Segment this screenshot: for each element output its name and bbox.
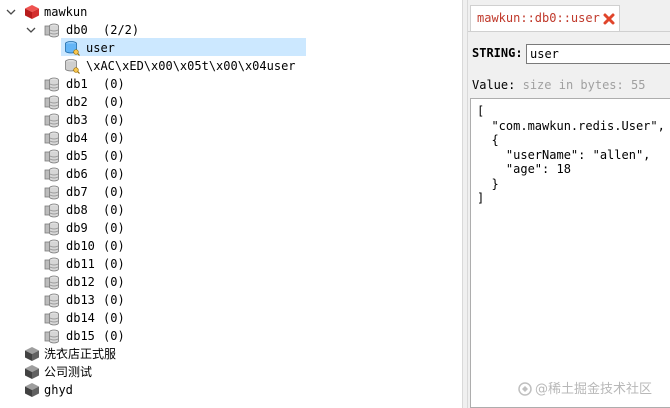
server-icon — [24, 346, 40, 362]
value-label: Value: — [472, 78, 516, 92]
database-icon — [44, 328, 60, 344]
database-icon — [44, 148, 60, 164]
tree-db-item[interactable]: db12 (0) — [0, 273, 460, 291]
tree-db-item[interactable]: db2 (0) — [0, 93, 460, 111]
db-count: (2/2) — [103, 23, 140, 37]
db-label: db5 — [66, 149, 88, 163]
db-count: (0) — [103, 221, 125, 235]
key-name-input[interactable] — [526, 44, 670, 64]
db-count: (0) — [103, 239, 125, 253]
size-hint: size in bytes: 55 — [522, 78, 646, 92]
database-icon — [44, 292, 60, 308]
db-label: db0 — [66, 23, 88, 37]
db-count: (0) — [103, 113, 125, 127]
tree-db-item[interactable]: db5 (0) — [0, 147, 460, 165]
key-label: \xAC\xED\x00\x05t\x00\x04user — [86, 59, 296, 73]
watermark-text: @稀土掘金技术社区 — [535, 382, 653, 397]
database-icon — [44, 310, 60, 326]
database-icon — [44, 94, 60, 110]
db-label: db4 — [66, 131, 88, 145]
tree-db-item[interactable]: db14 (0) — [0, 309, 460, 327]
db-count: (0) — [103, 131, 125, 145]
database-icon — [44, 112, 60, 128]
chevron-down-icon[interactable] — [6, 3, 16, 21]
db-label: db6 — [66, 167, 88, 181]
db-count: (0) — [103, 275, 125, 289]
key-type-label: STRING: — [472, 46, 523, 60]
connection-label: 公司测试 — [44, 365, 93, 379]
tree-db-item[interactable]: db9 (0) — [0, 219, 460, 237]
db-count: (0) — [103, 95, 125, 109]
database-icon — [44, 76, 60, 92]
connection-label: ghyd — [44, 383, 73, 397]
tree-key-user[interactable]: user — [0, 39, 460, 57]
value-header: Value: size in bytes: 55 — [472, 78, 645, 92]
tree-connection[interactable]: 洗衣店正式服 — [0, 345, 460, 363]
tree-key-serialized[interactable]: \xAC\xED\x00\x05t\x00\x04user — [0, 57, 460, 75]
tree-connection[interactable]: 公司测试 — [0, 363, 460, 381]
database-icon — [44, 202, 60, 218]
db-label: db7 — [66, 185, 88, 199]
tab-label: mawkun::db0::user — [477, 11, 600, 25]
db-count: (0) — [103, 257, 125, 271]
connection-tree: mawkun db0 (2/2) user \xAC\xED\x00\x05t\x00\… — [0, 0, 462, 408]
tree-db-item[interactable]: db11 (0) — [0, 255, 460, 273]
chevron-down-icon[interactable] — [26, 21, 36, 39]
watermark: @稀土掘金技术社区 — [518, 378, 652, 400]
db-label: db10 — [66, 239, 95, 253]
close-icon[interactable] — [602, 12, 616, 26]
db-count: (0) — [103, 311, 125, 325]
tree-connection[interactable]: ghyd — [0, 381, 460, 399]
server-icon — [24, 382, 40, 398]
db-label: db15 — [66, 329, 95, 343]
tree-db-item[interactable]: db8 (0) — [0, 201, 460, 219]
database-icon — [44, 220, 60, 236]
database-icon — [44, 130, 60, 146]
db-count: (0) — [103, 293, 125, 307]
tree-db-item[interactable]: db10 (0) — [0, 237, 460, 255]
db-label: db2 — [66, 95, 88, 109]
db-count: (0) — [103, 167, 125, 181]
db-label: db11 — [66, 257, 95, 271]
database-icon — [44, 166, 60, 182]
tree-db-item[interactable]: db7 (0) — [0, 183, 460, 201]
db-label: db1 — [66, 77, 88, 91]
key-label: user — [86, 41, 115, 55]
connection-label: 洗衣店正式服 — [44, 347, 117, 361]
db-label: db13 — [66, 293, 95, 307]
db-count: (0) — [103, 149, 125, 163]
tab-key-view[interactable]: mawkun::db0::user — [470, 5, 620, 31]
tree-db-item[interactable]: db3 (0) — [0, 111, 460, 129]
database-icon — [44, 22, 60, 38]
database-icon — [44, 184, 60, 200]
tree-db-item[interactable]: db15 (0) — [0, 327, 460, 345]
server-icon — [24, 364, 40, 380]
db-count: (0) — [103, 203, 125, 217]
database-icon — [44, 238, 60, 254]
db-label: db8 — [66, 203, 88, 217]
server-icon — [24, 4, 40, 20]
key-icon — [64, 58, 80, 74]
tree-db-item[interactable]: db6 (0) — [0, 165, 460, 183]
database-icon — [44, 256, 60, 272]
tab-divider — [468, 31, 670, 32]
tree-connection-mawkun[interactable]: mawkun — [0, 3, 460, 21]
db-count: (0) — [103, 77, 125, 91]
tree-db-item[interactable]: db4 (0) — [0, 129, 460, 147]
key-icon — [64, 40, 80, 56]
db-count: (0) — [103, 329, 125, 343]
db-label: db12 — [66, 275, 95, 289]
tree-db0[interactable]: db0 (2/2) — [0, 21, 460, 39]
value-editor[interactable]: [ "com.mawkun.redis.User", { "userName":… — [470, 98, 670, 408]
tree-db-item[interactable]: db1 (0) — [0, 75, 460, 93]
db-count: (0) — [103, 185, 125, 199]
db-label: db3 — [66, 113, 88, 127]
key-panel: mawkun::db0::user STRING: Value: size in… — [468, 0, 670, 408]
database-icon — [44, 274, 60, 290]
connection-label: mawkun — [44, 5, 88, 19]
watermark-logo-icon — [518, 382, 532, 400]
db-label: db14 — [66, 311, 95, 325]
db-label: db9 — [66, 221, 88, 235]
tree-db-item[interactable]: db13 (0) — [0, 291, 460, 309]
